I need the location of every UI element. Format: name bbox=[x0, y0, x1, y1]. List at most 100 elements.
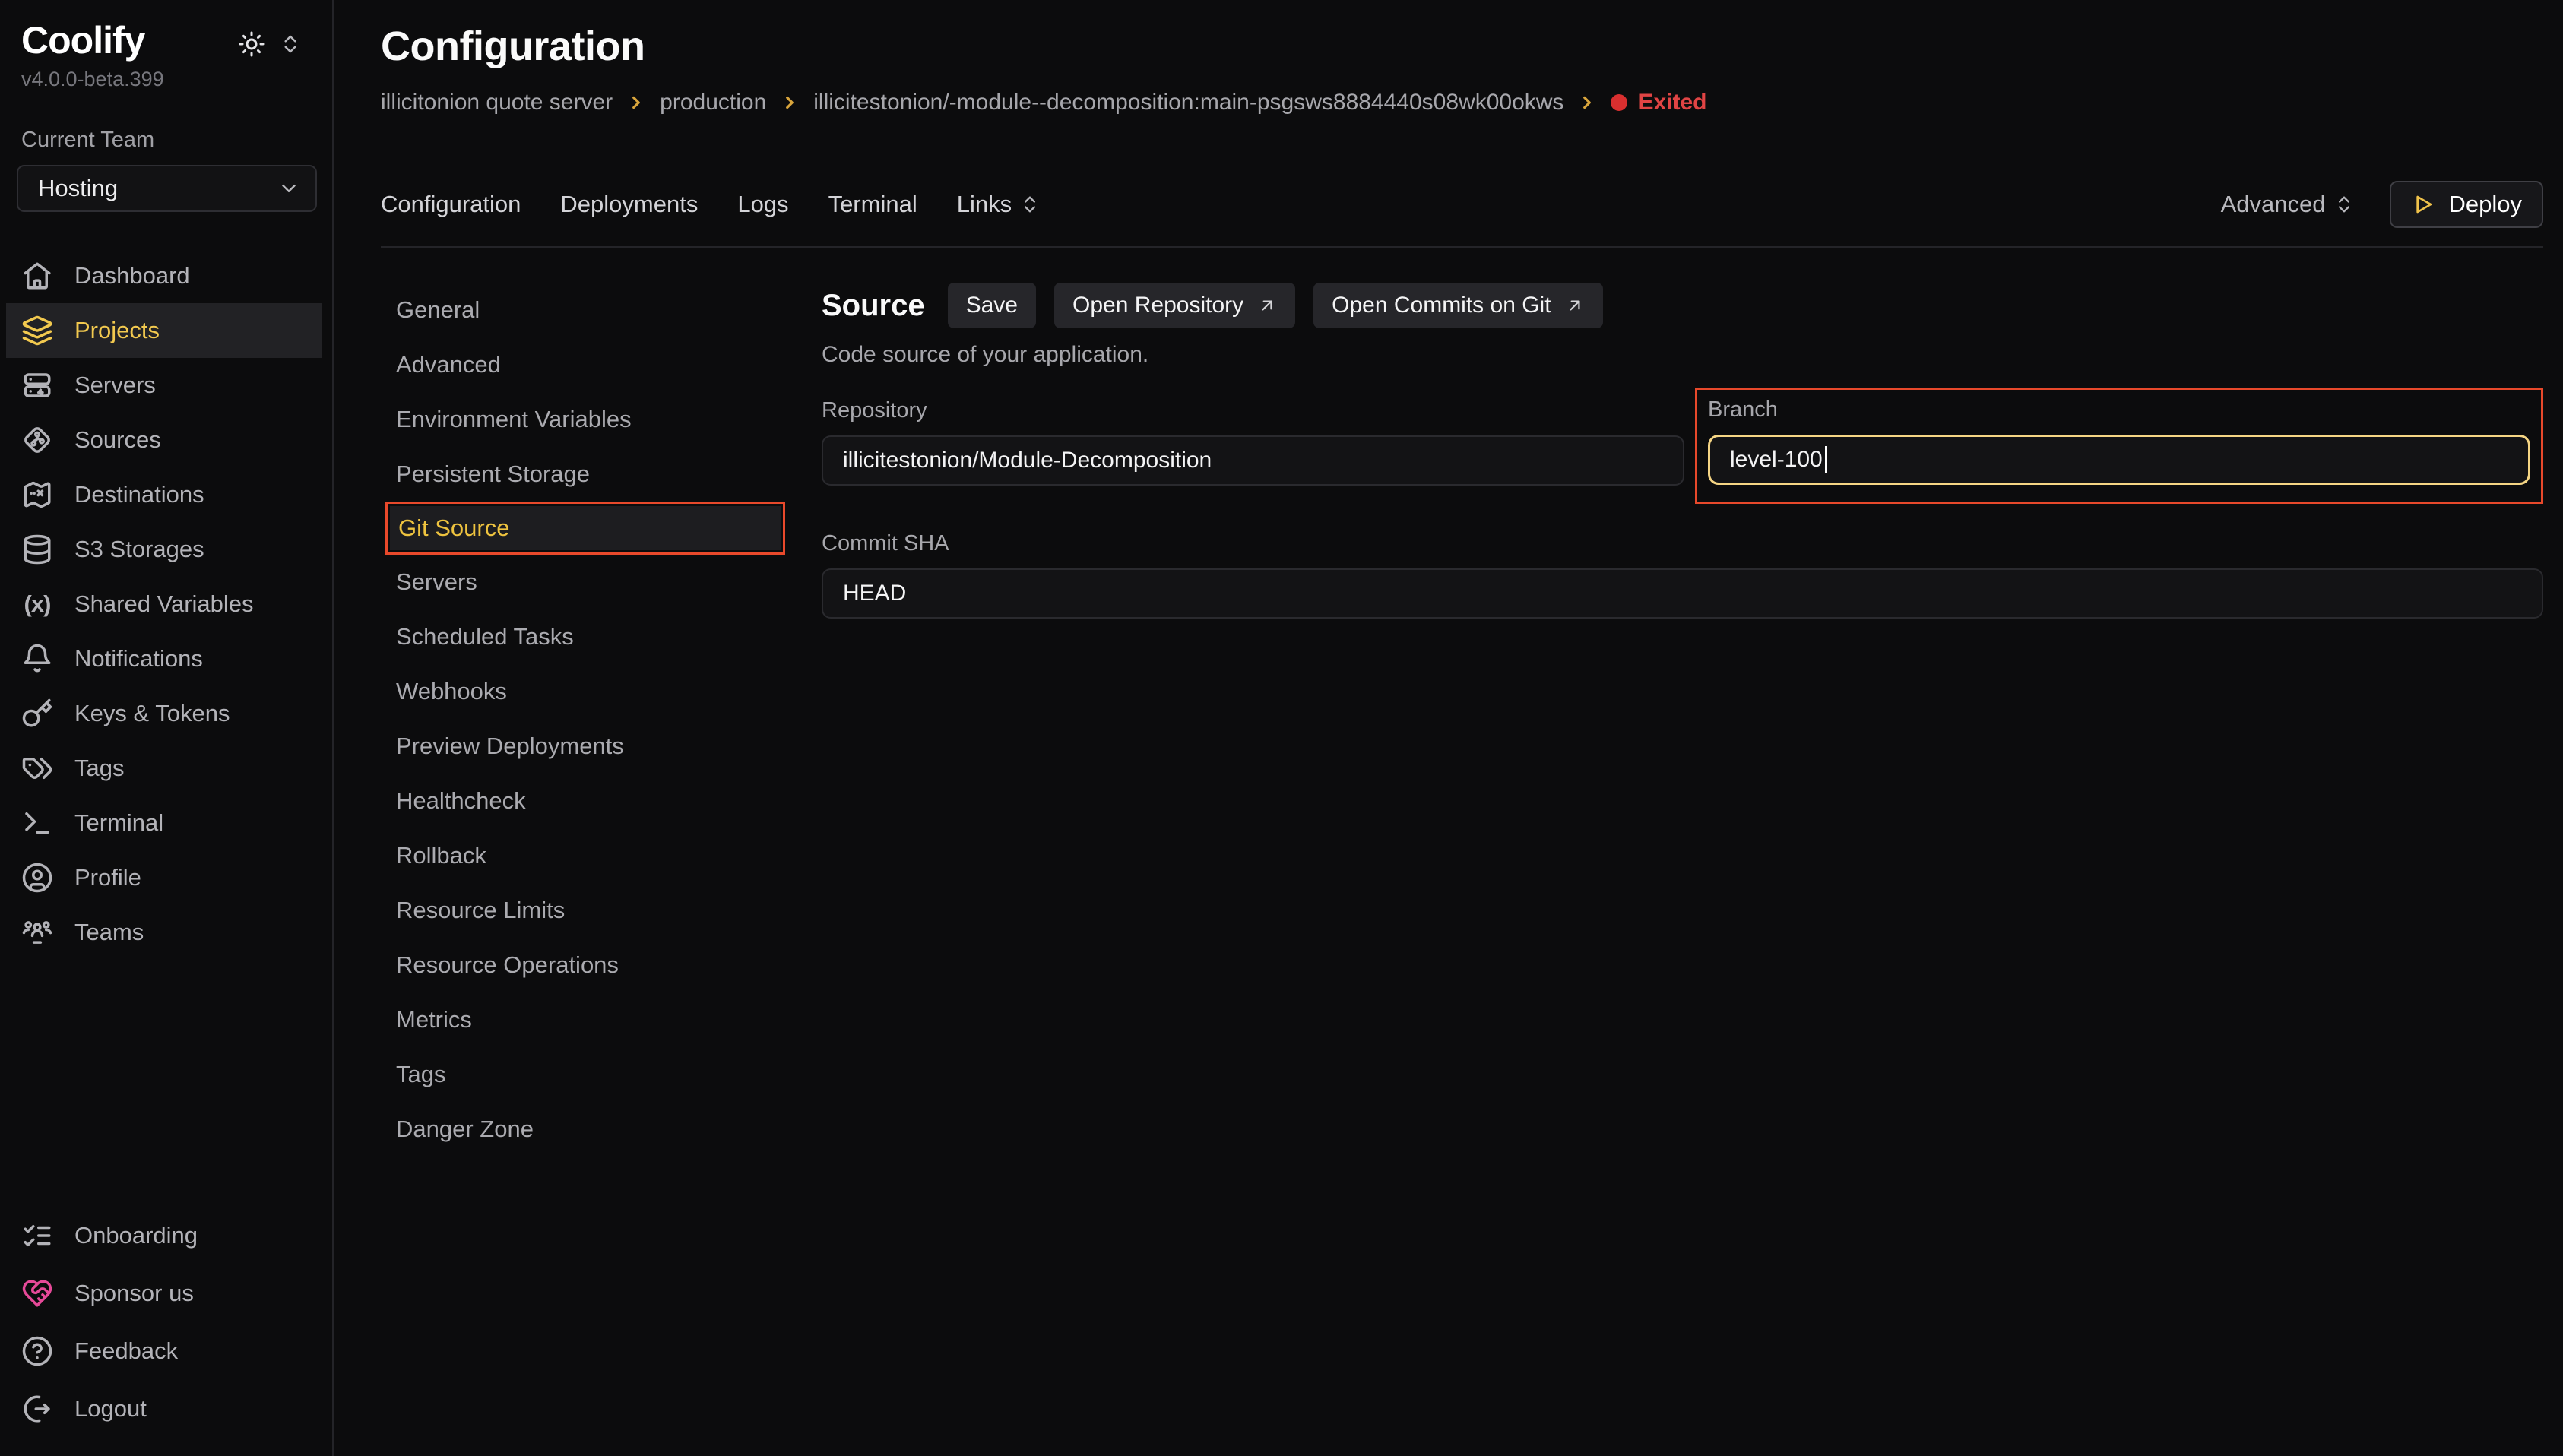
subnav-item-webhooks[interactable]: Webhooks bbox=[381, 664, 822, 719]
tab-label: Terminal bbox=[828, 191, 917, 218]
subnav-item-metrics[interactable]: Metrics bbox=[381, 992, 822, 1047]
sidebar-item-projects[interactable]: Projects bbox=[6, 303, 322, 358]
deploy-button[interactable]: Deploy bbox=[2390, 181, 2544, 228]
sidebar-item-label: Projects bbox=[74, 317, 160, 344]
tab-logs[interactable]: Logs bbox=[737, 191, 788, 218]
tab-links[interactable]: Links bbox=[957, 191, 1041, 218]
sidebar: Coolify v4.0.0-beta.399 Current Team Hos… bbox=[0, 0, 334, 1456]
app-version: v4.0.0-beta.399 bbox=[21, 68, 332, 91]
chevron-down-icon bbox=[277, 177, 300, 200]
key-icon bbox=[21, 698, 53, 730]
breadcrumb-segment[interactable]: illicitestonion/-module--decomposition:m… bbox=[813, 90, 1563, 116]
repository-input[interactable]: illicitestonion/Module-Decomposition bbox=[822, 435, 1684, 486]
sidebar-item-shared-variables[interactable]: (x)Shared Variables bbox=[6, 577, 322, 631]
sidebar-item-profile[interactable]: Profile bbox=[6, 850, 322, 905]
subnav-item-git-source[interactable]: Git Source bbox=[390, 506, 781, 550]
sidebar-item-label: Profile bbox=[74, 864, 141, 891]
chevron-right-icon bbox=[780, 93, 800, 112]
open-commits-button[interactable]: Open Commits on Git bbox=[1313, 283, 1602, 328]
subnav-item-advanced[interactable]: Advanced bbox=[381, 337, 822, 392]
open-commits-label: Open Commits on Git bbox=[1332, 293, 1551, 318]
subnav-item-persistent-storage[interactable]: Persistent Storage bbox=[381, 447, 822, 502]
branch-label: Branch bbox=[1708, 397, 2530, 423]
status-dot bbox=[1611, 94, 1627, 111]
subnav-item-servers[interactable]: Servers bbox=[381, 555, 822, 609]
sidebar-item-sponsor-us[interactable]: Sponsor us bbox=[6, 1265, 322, 1322]
sidebar-item-label: Logout bbox=[74, 1395, 147, 1423]
open-repository-button[interactable]: Open Repository bbox=[1054, 283, 1295, 328]
subnav-item-healthcheck[interactable]: Healthcheck bbox=[381, 774, 822, 828]
breadcrumb-segment[interactable]: production bbox=[660, 90, 766, 116]
sidebar-item-notifications[interactable]: Notifications bbox=[6, 631, 322, 686]
sidebar-item-destinations[interactable]: Destinations bbox=[6, 467, 322, 522]
subnav-item-preview-deployments[interactable]: Preview Deployments bbox=[381, 719, 822, 774]
chevrons-up-down-icon[interactable] bbox=[279, 33, 302, 55]
commit-sha-input[interactable]: HEAD bbox=[822, 568, 2543, 619]
current-team-label: Current Team bbox=[21, 128, 332, 153]
tab-bar: Configuration Deployments Logs Terminal Link… bbox=[381, 181, 2543, 248]
sidebar-item-terminal[interactable]: Terminal bbox=[6, 796, 322, 850]
sidebar-item-keys-tokens[interactable]: Keys & Tokens bbox=[6, 686, 322, 741]
commit-sha-input-value: HEAD bbox=[843, 581, 906, 606]
source-panel: Source Save Open Repository Open Commits… bbox=[822, 283, 2543, 1456]
sidebar-item-label: Sources bbox=[74, 426, 161, 454]
subnav-item-resource-operations[interactable]: Resource Operations bbox=[381, 938, 822, 992]
logout-icon bbox=[21, 1393, 53, 1425]
subnav-item-danger-zone[interactable]: Danger Zone bbox=[381, 1102, 822, 1157]
sun-icon[interactable] bbox=[238, 30, 265, 58]
branch-input[interactable]: level-100 bbox=[1708, 435, 2530, 485]
sidebar-item-feedback[interactable]: Feedback bbox=[6, 1322, 322, 1380]
git-source-annotation-box: Git Source bbox=[385, 502, 785, 555]
subnav-item-tags[interactable]: Tags bbox=[381, 1047, 822, 1102]
tab-label: Links bbox=[957, 191, 1012, 218]
breadcrumb: illicitonion quote server production illic… bbox=[381, 90, 2543, 116]
page-title: Configuration bbox=[381, 23, 2543, 70]
sidebar-item-onboarding[interactable]: Onboarding bbox=[6, 1207, 322, 1265]
sidebar-item-label: Onboarding bbox=[74, 1222, 198, 1249]
checklist-icon bbox=[21, 1220, 53, 1252]
sidebar-item-label: Terminal bbox=[74, 809, 163, 837]
sidebar-item-label: Destinations bbox=[74, 481, 204, 508]
sidebar-item-s3-storages[interactable]: S3 Storages bbox=[6, 522, 322, 577]
tab-deployments[interactable]: Deployments bbox=[560, 191, 698, 218]
sidebar-item-label: Sponsor us bbox=[74, 1280, 194, 1307]
repository-label: Repository bbox=[822, 398, 1684, 423]
sidebar-item-teams[interactable]: Teams bbox=[6, 905, 322, 960]
advanced-dropdown[interactable]: Advanced bbox=[2221, 191, 2355, 218]
sidebar-item-sources[interactable]: Sources bbox=[6, 413, 322, 467]
branch-field-group: Branch level-100 bbox=[1708, 397, 2530, 485]
sidebar-item-label: Dashboard bbox=[74, 262, 190, 290]
tab-terminal[interactable]: Terminal bbox=[828, 191, 917, 218]
map-icon bbox=[21, 479, 53, 511]
sidebar-item-dashboard[interactable]: Dashboard bbox=[6, 248, 322, 303]
subnav-item-environment-variables[interactable]: Environment Variables bbox=[381, 392, 822, 447]
save-button[interactable]: Save bbox=[948, 283, 1036, 328]
tab-label: Deployments bbox=[560, 191, 698, 218]
app-logo[interactable]: Coolify bbox=[21, 20, 144, 62]
server-icon bbox=[21, 369, 53, 401]
sidebar-item-logout[interactable]: Logout bbox=[6, 1380, 322, 1438]
breadcrumb-segment[interactable]: illicitonion quote server bbox=[381, 90, 613, 116]
sidebar-item-label: Teams bbox=[74, 919, 144, 946]
subnav-item-resource-limits[interactable]: Resource Limits bbox=[381, 883, 822, 938]
heart-handshake-icon bbox=[21, 1277, 53, 1309]
save-button-label: Save bbox=[966, 293, 1018, 318]
subnav-item-general[interactable]: General bbox=[381, 283, 822, 337]
database-icon bbox=[21, 533, 53, 565]
sidebar-item-servers[interactable]: Servers bbox=[6, 358, 322, 413]
help-circle-icon bbox=[21, 1335, 53, 1367]
home-icon bbox=[21, 260, 53, 292]
layers-icon bbox=[21, 315, 53, 347]
sidebar-item-tags[interactable]: Tags bbox=[6, 741, 322, 796]
subnav-item-rollback[interactable]: Rollback bbox=[381, 828, 822, 883]
tab-configuration[interactable]: Configuration bbox=[381, 191, 521, 218]
subnav-item-scheduled-tasks[interactable]: Scheduled Tasks bbox=[381, 609, 822, 664]
chevron-right-icon bbox=[626, 93, 646, 112]
sidebar-item-label: S3 Storages bbox=[74, 536, 204, 563]
sidebar-nav: Dashboard Projects Servers Sources Destinati… bbox=[0, 248, 332, 960]
team-select[interactable]: Hosting bbox=[17, 165, 317, 212]
users-icon bbox=[21, 916, 53, 948]
sidebar-item-label: Feedback bbox=[74, 1337, 178, 1365]
arrow-up-right-icon bbox=[1565, 296, 1585, 315]
advanced-dropdown-label: Advanced bbox=[2221, 191, 2326, 218]
